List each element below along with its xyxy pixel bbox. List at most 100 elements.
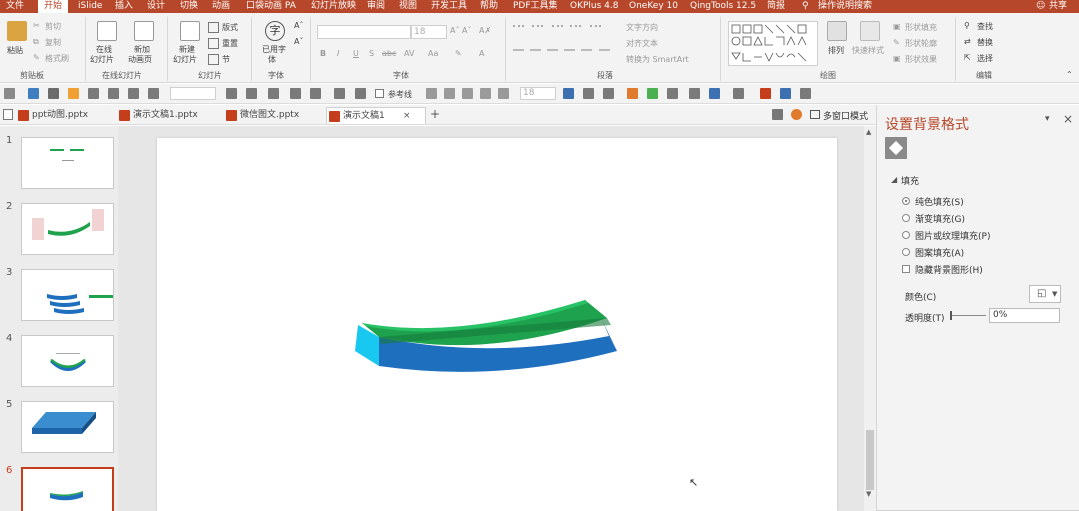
change-case-button[interactable]: Aa [428,49,438,58]
collapse-triangle-icon[interactable]: ◢ [891,175,897,184]
increase-font-icon[interactable]: Aˆ [294,21,303,30]
new-tab-button[interactable]: + [430,107,440,121]
shape-fill-button[interactable]: 形状填充 [905,22,937,33]
hide-background-graphics-checkbox[interactable] [902,265,910,273]
toolbar-size-combo[interactable]: 18 [520,87,556,100]
reset-button[interactable]: 重置 [222,38,238,49]
picture-fill-radio[interactable] [902,231,910,239]
distribute-icon[interactable] [581,49,592,60]
decrease-font-icon[interactable]: Aˇ [294,37,303,46]
arrange-icon[interactable] [827,21,847,41]
menu-file[interactable]: 文件 [6,0,24,13]
menu-home[interactable]: 开始 [38,0,68,13]
gradient-fill-radio[interactable] [902,214,910,222]
picture-fill-label[interactable]: 图片或纹理填充(P) [915,229,990,242]
new-animation-page-icon[interactable] [134,21,154,41]
menu-onekey[interactable]: OneKey 10 [629,0,678,13]
toolbar-tool-icon[interactable] [108,88,119,99]
strikethrough-button[interactable]: abc [382,49,396,58]
layout-button[interactable]: 版式 [222,22,238,33]
transparency-input[interactable]: 0% [989,308,1060,323]
slide-thumbnail-2[interactable] [21,203,114,255]
bold-button[interactable]: B [320,49,326,58]
menu-insert[interactable]: 插入 [115,0,133,13]
online-slide-icon[interactable] [97,21,117,41]
toolbar-font-combo[interactable] [170,87,216,100]
copy-button[interactable]: 复制 [45,37,61,48]
toolbar-tool-icon[interactable] [689,88,700,99]
close-tab-button[interactable]: × [403,108,411,125]
decrease-indent-icon[interactable] [552,25,563,36]
bullets-icon[interactable] [513,25,524,36]
scrollbar-thumb[interactable] [866,430,874,490]
toolbar-tool-icon[interactable] [498,88,509,99]
italic-button[interactable]: I [337,49,339,58]
grow-font-icon[interactable]: Aˆ [450,26,459,35]
format-painter-button[interactable]: 格式刷 [45,53,69,64]
align-left-icon[interactable] [513,49,524,60]
slide-canvas[interactable]: ↖ [157,138,837,511]
toolbar-tool-icon[interactable] [28,88,39,99]
toolbar-tool-icon[interactable] [246,88,257,99]
tell-me-search[interactable]: 操作说明搜索 [818,0,872,13]
transparency-slider[interactable] [950,315,986,316]
hide-background-graphics-label[interactable]: 隐藏背景图形(H) [915,263,983,276]
toolbar-tool-icon[interactable] [760,88,771,99]
toolbar-tool-icon[interactable] [88,88,99,99]
toolbar-tool-icon[interactable] [226,88,237,99]
numbering-icon[interactable] [532,25,543,36]
slide-thumbnail-4[interactable] [21,335,114,387]
slide-thumbnail-6[interactable] [21,467,114,511]
shrink-font-icon[interactable]: Aˇ [462,26,471,35]
menu-qingtools[interactable]: QingTools 12.5 [690,0,756,13]
menu-review[interactable]: 审阅 [367,0,385,13]
vertical-scrollbar[interactable]: ▲ ▼ [864,126,876,511]
slide-thumbnail-3[interactable] [21,269,114,321]
toolbar-tool-icon[interactable] [128,88,139,99]
toolbar-tool-icon[interactable] [563,88,574,99]
toolbar-tool-icon[interactable] [444,88,455,99]
menu-view[interactable]: 视图 [399,0,417,13]
transparency-slider-thumb[interactable] [950,311,952,320]
solid-fill-radio[interactable] [902,197,910,205]
columns-icon[interactable] [599,49,610,60]
toolbar-tool-icon[interactable] [426,88,437,99]
new-slide-button-line2[interactable]: 幻灯片 [173,54,197,65]
menu-pdf-tools[interactable]: PDF工具集 [513,0,558,13]
menu-help[interactable]: 帮助 [480,0,498,13]
select-button[interactable]: 选择 [977,53,993,64]
slide-thumbnail-panel[interactable]: 1 2 3 4 5 6 [0,126,118,511]
menu-pocket-animation[interactable]: 口袋动画 PA [246,0,296,13]
menu-islide[interactable]: iSlide [78,0,102,13]
toolbar-tool-icon[interactable] [583,88,594,99]
gradient-fill-label[interactable]: 渐变填充(G) [915,212,965,225]
clear-format-icon[interactable]: A✗ [479,26,491,35]
menu-developer[interactable]: 开发工具 [431,0,467,13]
color-picker-button[interactable]: ◱ ▼ [1029,285,1061,303]
text-direction-button[interactable]: 文字方向 [626,22,658,33]
tab-ppt-animation[interactable]: ppt动图.pptx [16,107,114,124]
shape-effect-button[interactable]: 形状效果 [905,54,937,65]
toolbar-tool-icon[interactable] [310,88,321,99]
font-size-combo[interactable]: 18 [411,25,447,39]
toolbar-tool-icon[interactable] [709,88,720,99]
toolbar-tool-icon[interactable] [780,88,791,99]
menu-design[interactable]: 设计 [147,0,165,13]
toolbar-tool-icon[interactable] [334,88,345,99]
new-slide-icon[interactable] [180,21,200,41]
slide-thumbnail-5[interactable] [21,401,114,453]
arrange-button[interactable]: 排列 [828,45,844,56]
justify-icon[interactable] [564,49,575,60]
font-color-icon[interactable]: A [479,49,484,58]
toolbar-tool-icon[interactable] [733,88,744,99]
line-spacing-icon[interactable] [590,25,601,36]
tab-wechat-article[interactable]: 微信图文.pptx [224,107,324,124]
pattern-fill-radio[interactable] [902,248,910,256]
toolbar-tool-icon[interactable] [480,88,491,99]
quick-style-button[interactable]: 快速样式 [852,45,884,56]
align-center-icon[interactable] [530,49,541,60]
menu-animation[interactable]: 动画 [212,0,230,13]
toolbar-tool-icon[interactable] [603,88,614,99]
guides-checkbox[interactable] [375,89,384,98]
shadow-button[interactable]: S [369,49,374,58]
